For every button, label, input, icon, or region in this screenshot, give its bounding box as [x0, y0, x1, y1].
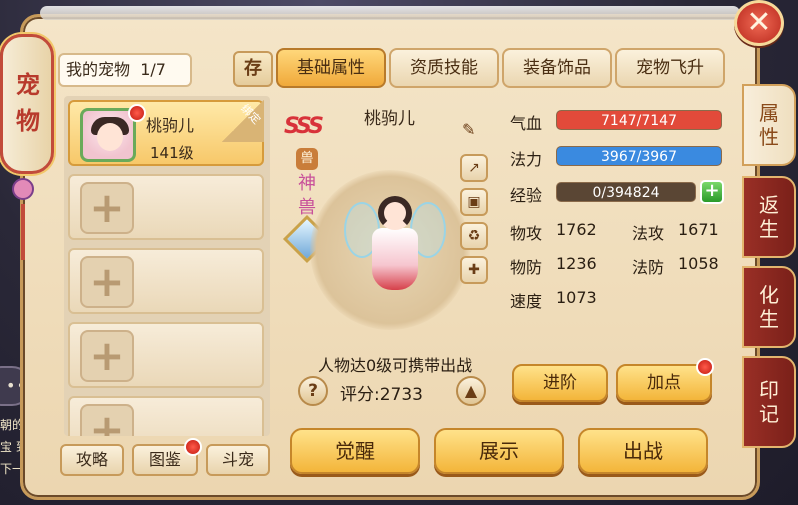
phys-atk-label: 物攻 [510, 224, 543, 243]
pet-list-title: 我的宠物 1/7 [58, 53, 192, 87]
tab-ascension[interactable]: 宠物飞升 [615, 48, 725, 88]
add-pet-icon: + [80, 330, 134, 382]
beast-type-label: 神兽 [298, 173, 316, 218]
tab-aptitude-skills[interactable]: 资质技能 [389, 48, 499, 88]
race-icon: 兽 [296, 148, 318, 170]
speed-label: 速度 [510, 292, 543, 311]
phys-atk-value: 1762 [556, 220, 597, 239]
lantern-title: 宠物 [0, 34, 54, 174]
score: 评分:2733 [340, 380, 423, 405]
score-value: 2733 [379, 385, 423, 405]
pet-slot-empty[interactable]: + [68, 248, 264, 314]
add-exp-button[interactable]: + [700, 180, 724, 204]
tab-equipment[interactable]: 装备饰品 [502, 48, 612, 88]
mag-def-value: 1058 [678, 254, 719, 273]
delete-icon[interactable]: ♻ [460, 222, 488, 250]
bind-badge: 绑定 [222, 100, 264, 142]
tab-basic-attributes[interactable]: 基础属性 [276, 48, 386, 88]
hp-value: 7147/7147 [601, 113, 677, 129]
carry-requirement: 人物达0级可携带出战 [318, 356, 473, 375]
advance-button[interactable]: 进阶 [512, 364, 608, 402]
rank-badge: SSS [284, 114, 324, 139]
edit-icon[interactable]: ✎ [462, 120, 482, 139]
costume-icon[interactable]: ▣ [460, 188, 488, 216]
mag-def-label: 法防 [632, 258, 665, 277]
show-button[interactable]: 展示 [434, 428, 564, 474]
deploy-button[interactable]: 出战 [578, 428, 708, 474]
mp-label: 法力 [510, 150, 543, 169]
exp-label: 经验 [510, 186, 543, 205]
phys-def-value: 1236 [556, 254, 597, 273]
exp-value: 0/394824 [592, 185, 660, 201]
share-icon[interactable]: ↗ [460, 154, 488, 182]
mag-atk-value: 1671 [678, 220, 719, 239]
pet-battle-button[interactable]: 斗宠 [206, 444, 270, 476]
hp-bar: 7147/7147 [556, 110, 722, 130]
notification-dot [128, 104, 146, 122]
upgrade-arrow-button[interactable]: ▲ [456, 376, 486, 406]
pet-name-title: 桃驹儿 [364, 109, 415, 129]
side-tab-transform[interactable]: 化生 [742, 266, 796, 348]
lantern-tassel-icon [12, 178, 36, 268]
mp-bar: 3967/3967 [556, 146, 722, 166]
speed-value: 1073 [556, 288, 597, 307]
pet-slot-name: 桃驹儿 [146, 116, 195, 135]
side-tab-attributes[interactable]: 属性 [742, 84, 796, 166]
notification-dot [184, 438, 202, 456]
pet-slot-level: 141级 [150, 144, 194, 162]
hp-label: 气血 [510, 114, 543, 133]
pet-slot-selected[interactable]: 绑定 桃驹儿 141级 [68, 100, 264, 166]
pet-slot-empty[interactable]: + [68, 396, 264, 436]
lantern-label: 宠物 [16, 71, 40, 135]
pet-list-title-text: 我的宠物 [66, 60, 131, 79]
pet-model [344, 186, 446, 306]
pet-count: 1/7 [140, 60, 166, 79]
help-button[interactable]: ? [298, 376, 328, 406]
mp-value: 3967/3967 [601, 149, 677, 165]
add-pet-icon: + [80, 182, 134, 234]
guide-button[interactable]: 攻略 [60, 444, 124, 476]
side-tab-rebirth[interactable]: 返生 [742, 176, 796, 258]
pet-slot-empty[interactable]: + [68, 174, 264, 240]
pet-list[interactable]: 绑定 桃驹儿 141级 + + + + [64, 96, 270, 436]
phys-def-label: 物防 [510, 258, 543, 277]
side-tab-seal[interactable]: 印记 [742, 356, 796, 448]
add-pet-icon: + [80, 404, 134, 436]
panel-ribbon [40, 6, 740, 20]
mag-atk-label: 法攻 [632, 224, 665, 243]
notification-dot [696, 358, 714, 376]
close-icon: ✕ [746, 5, 772, 40]
close-button[interactable]: ✕ [734, 0, 784, 46]
store-button[interactable]: 存 [233, 51, 273, 87]
add-pet-icon: + [80, 256, 134, 308]
pet-slot-empty[interactable]: + [68, 322, 264, 388]
puzzle-icon[interactable]: ✚ [460, 256, 488, 284]
exp-bar: 0/394824 [556, 182, 696, 202]
score-label: 评分: [340, 385, 380, 405]
awaken-button[interactable]: 觉醒 [290, 428, 420, 474]
